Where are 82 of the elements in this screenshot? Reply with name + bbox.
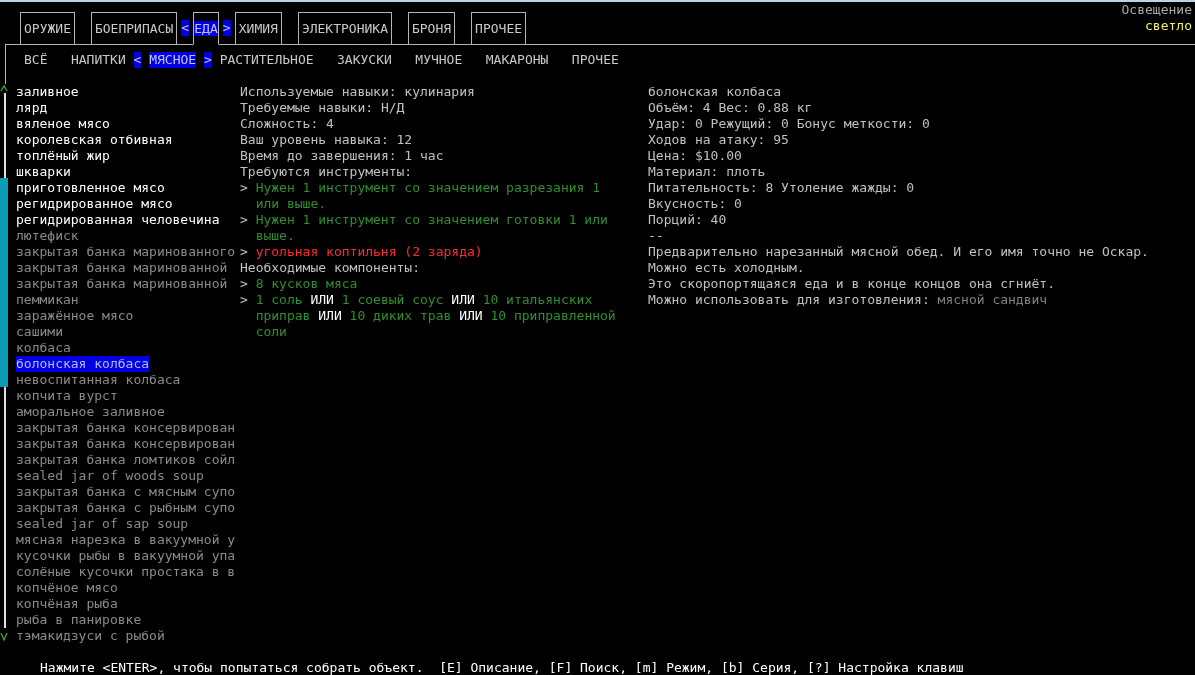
- recipe-item[interactable]: копчита вурст: [16, 388, 118, 404]
- recipe-item[interactable]: закрытая банка с мясным супо: [16, 484, 236, 500]
- item-info-text: Можно есть холодным.: [648, 260, 806, 276]
- lighting-label: Освещение: [1121, 2, 1192, 18]
- recipe-item[interactable]: пеммикан: [16, 292, 79, 308]
- recipe-info-text: Требуемые навыки: Н/Д: [240, 100, 406, 116]
- recipe-info-text: Используемые навыки: кулинария: [240, 84, 476, 100]
- category-tab[interactable]: ПРОЧЕЕ: [471, 12, 527, 44]
- item-info-text: Удар: 0 Режущий: 0 Бонус меткости: 0: [648, 116, 931, 132]
- item-info-text: болонская колбаса: [648, 84, 783, 100]
- item-info-text: Объём: 4 Вес: 0.88 кг: [648, 100, 814, 116]
- recipe-item[interactable]: лютефиск: [16, 228, 79, 244]
- bullet-marker: >: [240, 180, 249, 196]
- left-marker: <: [133, 52, 142, 68]
- component-requirement: 1 соль ИЛИ 1 соевый соус ИЛИ 10 итальянских приправ ИЛИ 10 диких трав ИЛИ 10 приправленной соли: [255, 292, 617, 340]
- recipe-item[interactable]: сашими: [16, 324, 63, 340]
- bullet-marker: >: [240, 276, 249, 292]
- recipe-item[interactable]: закрытая банка маринованного: [16, 244, 236, 260]
- recipe-item[interactable]: кусочки рыбы в вакуумной упа: [16, 548, 236, 564]
- item-info-text: Питательность: 8 Утоление жажды: 0: [648, 180, 916, 196]
- item-info-text: Предварительно нарезанный мясной обед. И его имя точно не Оскар.: [648, 244, 1150, 260]
- recipe-item[interactable]: шкварки: [16, 164, 71, 180]
- recipe-item[interactable]: болонская колбаса: [16, 356, 150, 372]
- item-info-text: Порций: 40: [648, 212, 728, 228]
- bullet-marker: >: [240, 292, 249, 308]
- recipe-item[interactable]: аморальное заливное: [16, 404, 165, 420]
- lighting-value: светло: [1144, 18, 1192, 34]
- item-info-text: Цена: $10.00: [648, 148, 743, 164]
- category-tab[interactable]: ЕДА: [193, 12, 219, 45]
- recipe-item[interactable]: копчёная рыба: [16, 596, 118, 612]
- recipe-item[interactable]: sealed jar of woods soup: [16, 468, 204, 484]
- bullet-marker: >: [240, 244, 249, 260]
- scrollbar[interactable]: [0, 84, 8, 644]
- item-info-text: Материал: плоть: [648, 164, 767, 180]
- item-info-text: Это скоропортящаяся еда и в конце концов она сгниёт.: [648, 276, 1056, 292]
- recipe-item[interactable]: регидрированное мясо: [16, 196, 173, 212]
- recipe-item[interactable]: закрытая банка ломтиков сойл: [16, 452, 236, 468]
- tool-requirement: угольная коптильня (2 заряда): [255, 244, 484, 260]
- recipe-item[interactable]: топлёный жир: [16, 148, 110, 164]
- category-tab[interactable]: БРОНЯ: [407, 12, 456, 44]
- recipe-item[interactable]: закрытая банка с рыбным супо: [16, 500, 236, 516]
- item-uses-text: Можно использовать для изготовления: мясной сандвич: [648, 292, 1049, 308]
- recipe-item[interactable]: заражённое мясо: [16, 308, 134, 324]
- left-marker: <: [181, 20, 190, 36]
- recipe-item[interactable]: регидрированная человечина: [16, 212, 220, 228]
- recipe-item[interactable]: колбаса: [16, 340, 71, 356]
- recipe-item[interactable]: мясная нарезка в вакуумной у: [16, 532, 236, 548]
- tool-requirement: Нужен 1 инструмент со значением готовки 1 или выше.: [255, 212, 609, 244]
- recipe-item[interactable]: закрытая банка консервирован: [16, 436, 236, 452]
- subcategory-tab[interactable]: МЯСНОЕ: [149, 52, 197, 68]
- tool-requirement: Нужен 1 инструмент со значением разрезания 1 или выше.: [255, 180, 601, 212]
- item-info-text: --: [648, 228, 665, 244]
- recipe-item[interactable]: невоспитанная колбаса: [16, 372, 181, 388]
- component-requirement: 8 кусков мяса: [255, 276, 359, 292]
- recipe-item[interactable]: лярд: [16, 100, 48, 116]
- recipe-info-text: Время до завершения: 1 час: [240, 148, 445, 164]
- category-tab[interactable]: ЭЛЕКТРОНИКА: [297, 12, 392, 44]
- recipe-info-text: Ваш уровень навыка: 12: [240, 132, 414, 148]
- right-marker: >: [204, 52, 212, 68]
- recipe-item[interactable]: рыба в панировке: [16, 612, 142, 628]
- recipe-item[interactable]: королевская отбивная: [16, 132, 173, 148]
- right-marker: >: [222, 20, 231, 36]
- recipe-item[interactable]: вяленое мясо: [16, 116, 110, 132]
- recipe-item[interactable]: приготовленное мясо: [16, 180, 165, 196]
- item-info-text: Вкусность: 0: [648, 196, 743, 212]
- recipe-item[interactable]: закрытая банка маринованной: [16, 260, 228, 276]
- recipe-item[interactable]: закрытая банка маринованной: [16, 276, 228, 292]
- category-tab[interactable]: БОЕПРИПАСЫ: [90, 12, 178, 44]
- recipe-item[interactable]: копчёное мясо: [16, 580, 118, 596]
- section-heading: Необходимые компоненты:: [240, 260, 421, 276]
- recipe-item[interactable]: sealed jar of sap soup: [16, 516, 189, 532]
- recipe-item[interactable]: солёные кусочки простака в в: [16, 564, 236, 580]
- recipe-item[interactable]: тэмакидзуси с рыбой: [16, 628, 165, 644]
- recipe-item[interactable]: закрытая банка консервирован: [16, 420, 236, 436]
- item-info-text: Ходов на атаку: 95: [648, 132, 790, 148]
- category-tab[interactable]: ХИМИЯ: [234, 12, 282, 44]
- key-hint-text: Нажмите <ENTER>, чтобы попытаться собрать объект. [E] Описание, [F] Поиск, [m] Режим, [b] Серия, [?] Настройка клавиш: [40, 660, 964, 675]
- recipe-item[interactable]: заливное: [16, 84, 79, 100]
- section-heading: Требуются инструменты:: [240, 164, 414, 180]
- category-tab[interactable]: ОРУЖИЕ: [20, 12, 75, 44]
- recipe-info-text: Сложность: 4: [240, 116, 335, 132]
- bullet-marker: >: [240, 212, 249, 228]
